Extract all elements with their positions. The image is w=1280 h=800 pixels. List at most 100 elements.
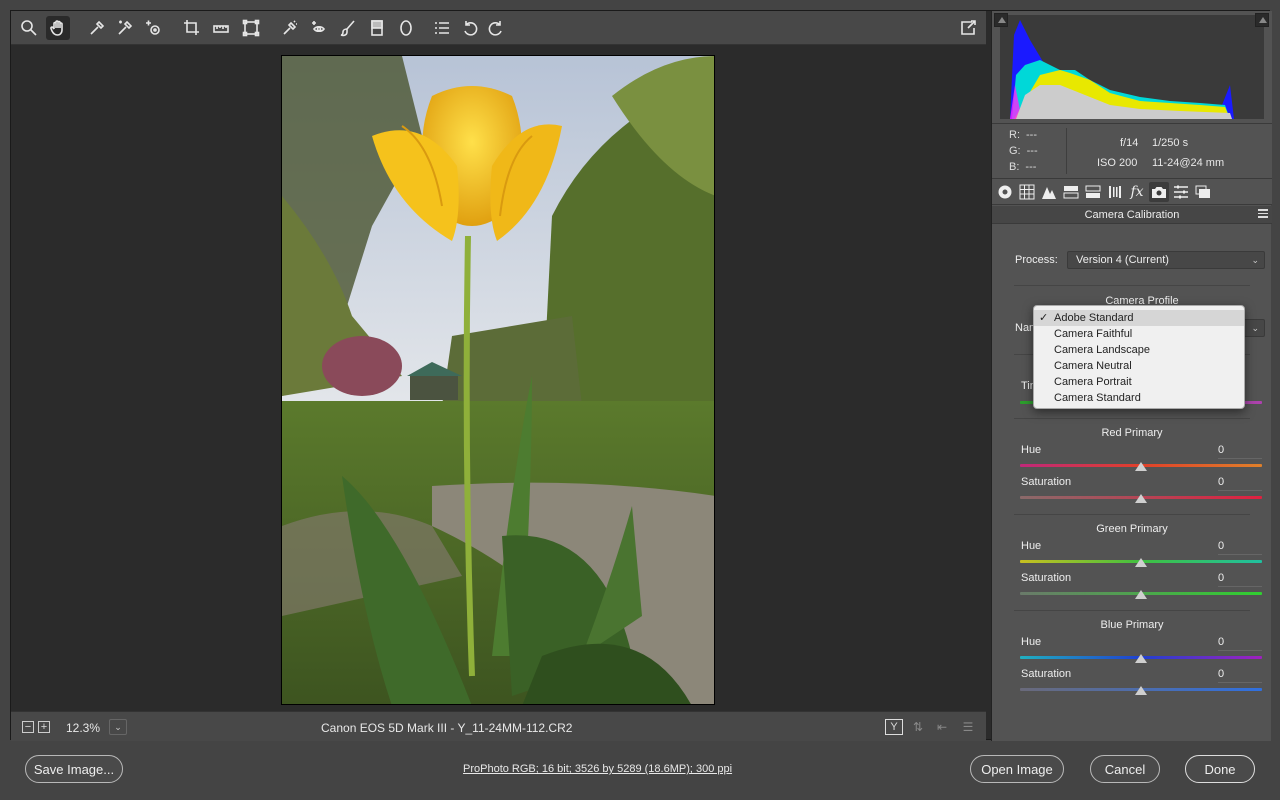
graduated-filter-tool-icon[interactable] <box>365 16 389 40</box>
open-image-button[interactable]: Open Image <box>970 755 1064 783</box>
adjustment-brush-tool-icon[interactable] <box>336 16 360 40</box>
green-saturation-slider-thumb[interactable] <box>1135 590 1147 599</box>
profile-option-label: Camera Portrait <box>1054 376 1132 388</box>
process-value: Version 4 (Current) <box>1076 254 1169 266</box>
lens-value: 11-24@24 mm <box>1152 157 1225 169</box>
profile-option[interactable]: ✓ Adobe Standard <box>1034 310 1244 326</box>
r-label: R: <box>1009 129 1020 141</box>
zoom-level: 12.3% <box>66 721 101 735</box>
profile-option[interactable]: Camera Landscape <box>1034 342 1244 358</box>
tulip-photo <box>282 56 714 704</box>
g-value: --- <box>1026 145 1038 157</box>
zoom-tool-icon[interactable] <box>17 16 41 40</box>
color-sampler-tool-icon[interactable] <box>113 16 137 40</box>
b-value: --- <box>1025 161 1037 173</box>
tab-tone-curve-grid-icon[interactable] <box>1017 182 1037 202</box>
status-bar: − + 12.3% ⌄ Canon EOS 5D Mark III - Y_11… <box>11 711 986 741</box>
tab-detail-mountain-icon[interactable] <box>1039 182 1059 202</box>
swap-settings-icon[interactable]: ⇅ <box>909 718 927 736</box>
straighten-tool-icon[interactable] <box>209 16 233 40</box>
image-preview-area[interactable] <box>11 46 986 711</box>
highlight-clipping-warning-icon[interactable] <box>1255 13 1269 27</box>
fullscreen-toggle-icon[interactable] <box>956 16 980 40</box>
divider <box>1014 514 1250 515</box>
tab-presets-sliders-icon[interactable] <box>1171 182 1191 202</box>
panel-menu-icon[interactable] <box>1258 209 1268 219</box>
process-label: Process: <box>1015 254 1058 266</box>
tab-snapshots-icon[interactable] <box>1193 182 1213 202</box>
targeted-adjustment-tool-icon[interactable] <box>141 16 165 40</box>
blue-primary-title: Blue Primary <box>1100 619 1164 631</box>
process-select[interactable]: Version 4 (Current) ⌄ <box>1067 251 1265 269</box>
photo-preview[interactable] <box>281 55 715 705</box>
chevron-down-icon: ⌄ <box>1251 255 1259 265</box>
zoom-out-button[interactable]: − <box>22 721 34 733</box>
aperture-value: f/14 <box>1120 137 1139 149</box>
green-hue-value[interactable]: 0 <box>1218 540 1262 555</box>
copy-settings-icon[interactable]: ⇤ <box>933 718 951 736</box>
zoom-dropdown-chevron-down-icon[interactable]: ⌄ <box>109 719 127 735</box>
tab-basic-aperture-icon[interactable] <box>995 182 1015 202</box>
hand-tool-icon[interactable] <box>46 16 70 40</box>
green-readout: G: --- <box>1009 145 1038 157</box>
list-icon[interactable] <box>430 16 454 40</box>
chevron-down-icon: ⌄ <box>1251 323 1259 333</box>
blue-saturation-label: Saturation <box>1021 668 1072 680</box>
profile-option[interactable]: Camera Standard <box>1034 390 1244 406</box>
crop-tool-icon[interactable] <box>180 16 204 40</box>
radial-filter-tool-icon[interactable] <box>394 16 418 40</box>
blue-readout: B: --- <box>1009 161 1036 173</box>
cancel-button[interactable]: Cancel <box>1090 755 1160 783</box>
tab-lens-corrections-icon[interactable] <box>1105 182 1125 202</box>
shadow-clipping-warning-icon[interactable] <box>994 13 1008 27</box>
profile-option-label: Camera Neutral <box>1054 360 1132 372</box>
histogram <box>992 11 1272 124</box>
done-button[interactable]: Done <box>1185 755 1255 783</box>
green-hue-slider-thumb[interactable] <box>1135 558 1147 567</box>
profile-option[interactable]: Camera Faithful <box>1034 326 1244 342</box>
green-saturation-label: Saturation <box>1021 572 1072 584</box>
blue-hue-label: Hue <box>1021 636 1042 648</box>
checkmark-icon: ✓ <box>1039 312 1049 324</box>
red-hue-value[interactable]: 0 <box>1218 444 1262 459</box>
red-hue-slider-thumb[interactable] <box>1135 462 1147 471</box>
b-label: B: <box>1009 161 1020 173</box>
histogram-graph <box>1000 15 1264 119</box>
toolbar <box>11 11 986 45</box>
blue-saturation-slider-thumb[interactable] <box>1135 686 1147 695</box>
white-balance-tool-icon[interactable] <box>85 16 109 40</box>
red-primary-title: Red Primary <box>1101 427 1163 439</box>
green-saturation-value[interactable]: 0 <box>1218 572 1262 587</box>
tab-hsl-icon[interactable] <box>1061 182 1081 202</box>
workflow-options-link[interactable]: ProPhoto RGB; 16 bit; 3526 by 5289 (18.6… <box>463 763 732 775</box>
panel-title: Camera Calibration <box>1084 209 1180 221</box>
transform-tool-icon[interactable] <box>239 16 263 40</box>
red-saturation-label: Saturation <box>1021 476 1072 488</box>
red-saturation-value[interactable]: 0 <box>1218 476 1262 491</box>
zoom-in-button[interactable]: + <box>38 721 50 733</box>
divider <box>1014 285 1250 286</box>
r-value: --- <box>1026 129 1037 141</box>
blue-hue-value[interactable]: 0 <box>1218 636 1262 651</box>
profile-option-label: Camera Standard <box>1054 392 1141 404</box>
blue-hue-slider-thumb[interactable] <box>1135 654 1147 663</box>
blue-saturation-value[interactable]: 0 <box>1218 668 1262 683</box>
green-primary-title: Green Primary <box>1096 523 1168 535</box>
save-image-button[interactable]: Save Image... <box>25 755 123 783</box>
red-eye-tool-icon[interactable] <box>307 16 331 40</box>
before-after-y-icon[interactable]: Y <box>885 719 903 735</box>
profile-option[interactable]: Camera Portrait <box>1034 374 1244 390</box>
rotate-right-icon[interactable] <box>484 16 508 40</box>
spot-removal-tool-icon[interactable] <box>278 16 302 40</box>
profile-option[interactable]: Camera Neutral <box>1034 358 1244 374</box>
toggle-settings-icon[interactable]: ☰ <box>959 718 977 736</box>
red-saturation-slider-thumb[interactable] <box>1135 494 1147 503</box>
profile-option-label: Adobe Standard <box>1054 312 1134 324</box>
readout-divider <box>1066 128 1067 174</box>
tab-camera-calibration-camera-icon[interactable] <box>1149 182 1169 202</box>
tab-effects-fx-icon[interactable]: fx <box>1127 182 1147 202</box>
profile-option-label: Camera Landscape <box>1054 344 1151 356</box>
rotate-left-icon[interactable] <box>458 16 482 40</box>
g-label: G: <box>1009 145 1021 157</box>
tab-split-toning-icon[interactable] <box>1083 182 1103 202</box>
